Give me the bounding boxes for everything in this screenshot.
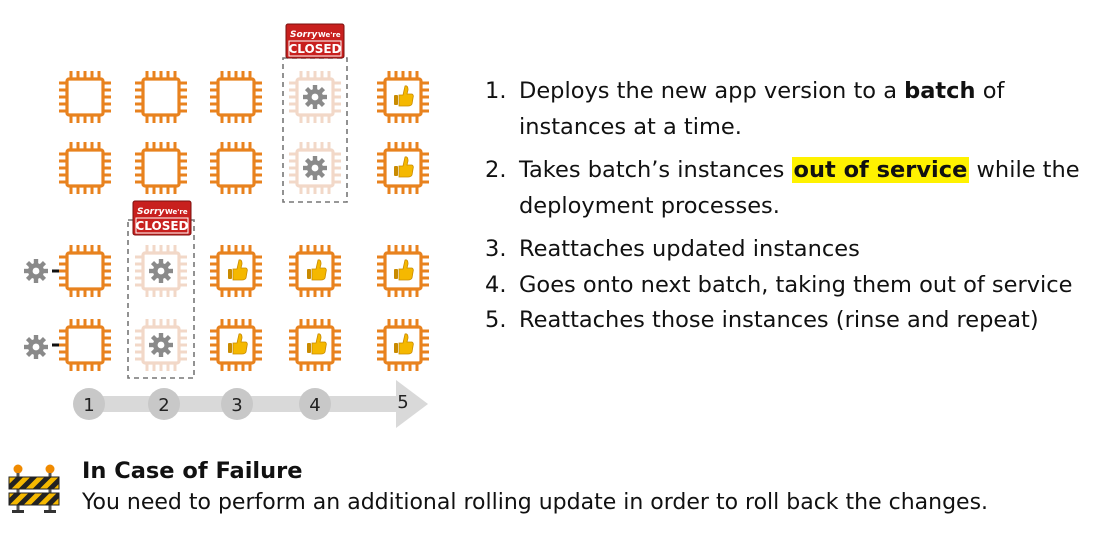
- timeline-step-4: 4: [309, 395, 320, 416]
- step-number: 2.: [485, 157, 507, 183]
- timeline: 1 2 3 4 5: [73, 380, 428, 428]
- timeline-step-3: 3: [231, 395, 242, 416]
- closed-sign-lower: Sorry We're CLOSED: [132, 200, 192, 236]
- step-number: 5.: [485, 307, 507, 333]
- timeline-step-2: 2: [158, 395, 169, 416]
- step-text: Deploys the new app version to a: [519, 78, 905, 104]
- failure-heading: In Case of Failure: [82, 458, 303, 484]
- svg-text:CLOSED: CLOSED: [288, 42, 341, 56]
- step-number: 4.: [485, 271, 507, 298]
- instance-chip: [57, 69, 113, 125]
- instance-chip: [57, 317, 113, 373]
- instance-chip: [133, 69, 189, 125]
- closed-sign-upper: Sorry We're CLOSED: [285, 23, 345, 59]
- step-number: 1.: [485, 78, 507, 104]
- gear-icon: [303, 156, 327, 180]
- steps-list: 1. Deploys the new app version to a batch…: [485, 74, 1090, 339]
- step-item: 5. Reattaches those instances (rinse and …: [485, 303, 1090, 339]
- construction-barrier-icon: [8, 464, 60, 513]
- gear-icon: [303, 85, 327, 109]
- svg-text:We're: We're: [165, 208, 188, 216]
- svg-text:CLOSED: CLOSED: [135, 219, 188, 233]
- step-text: Takes batch’s instances: [519, 157, 792, 183]
- gear-icon: [24, 335, 48, 359]
- step-item: 1. Deploys the new app version to a batch…: [485, 74, 1090, 145]
- gear-icon: [24, 259, 48, 283]
- gear-icon: [149, 259, 173, 283]
- step-item: 2. Takes batch’s instances out of service…: [485, 153, 1090, 224]
- step-text: Goes onto next batch, taking them out of…: [519, 271, 1073, 298]
- step-bold-text: batch: [904, 78, 976, 104]
- svg-text:Sorry: Sorry: [137, 207, 166, 217]
- step-item: 4. Goes onto next batch, taking them out …: [485, 268, 1090, 304]
- step-text: Reattaches those instances (rinse and re…: [519, 307, 1039, 333]
- gear-icon: [149, 333, 173, 357]
- timeline-step-1: 1: [83, 395, 94, 416]
- instance-chip: [133, 140, 189, 196]
- instance-chip: [208, 69, 264, 125]
- svg-text:We're: We're: [318, 31, 341, 39]
- step-item: 3. Reattaches updated instances: [485, 232, 1090, 268]
- instance-chip: [57, 243, 113, 299]
- step-highlight-text: out of service: [791, 157, 970, 183]
- svg-text:Sorry: Sorry: [290, 30, 319, 40]
- instance-chip: [57, 140, 113, 196]
- failure-description: You need to perform an additional rollin…: [82, 490, 989, 515]
- instance-chip: [208, 140, 264, 196]
- timeline-step-5: 5: [397, 392, 408, 413]
- step-number: 3.: [485, 236, 507, 262]
- step-text: Reattaches updated instances: [519, 236, 860, 262]
- rolling-deployment-diagram: Sorry We're CLOSED Sorry We're CLOSED 1 …: [24, 23, 431, 428]
